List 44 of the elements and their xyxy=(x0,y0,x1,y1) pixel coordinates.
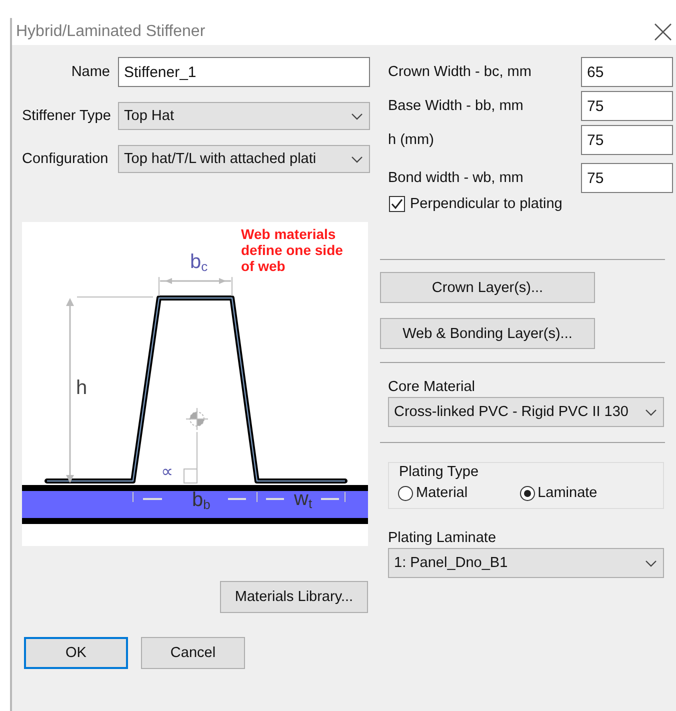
dropdown[interactable]: Top hat/T/L with attached plati xyxy=(118,145,370,173)
number-input[interactable]: 75 xyxy=(581,163,673,193)
height-label: h xyxy=(76,377,88,399)
window-title: Hybrid/Laminated Stiffener xyxy=(16,22,206,40)
materials-library-button[interactable]: Materials Library... xyxy=(220,581,368,613)
field-label: Name xyxy=(70,64,111,80)
dialog-button[interactable]: Cancel xyxy=(141,637,245,669)
base-width-label: b$_{b}$ xyxy=(192,490,210,510)
layer-button[interactable]: Web & Bonding Layer(s)... xyxy=(380,318,595,349)
angle-label: ∝ xyxy=(161,461,173,483)
group-title: Plating Type xyxy=(399,464,480,481)
caret-icon xyxy=(645,408,657,416)
bond-width-label: w$_{t}$ xyxy=(294,489,312,509)
dropdown[interactable]: 1: Panel_Dno_B1 xyxy=(388,548,664,578)
radio-option[interactable]: Laminate xyxy=(520,485,598,501)
caret-icon xyxy=(645,560,657,566)
field-label: Configuration xyxy=(21,151,110,167)
checkbox[interactable] xyxy=(389,196,405,212)
number-input[interactable]: 65 xyxy=(581,57,673,87)
field-label: Base Width - bb, mm xyxy=(388,98,524,114)
field-label: Crown Width - bc, mm xyxy=(388,64,532,80)
field-label: Bond width - wb, mm xyxy=(388,170,524,186)
name-input[interactable]: Stiffener_1 xyxy=(118,57,370,87)
layer-button[interactable]: Crown Layer(s)... xyxy=(380,272,595,303)
dropdown[interactable]: Top Hat xyxy=(118,102,370,130)
close-icon[interactable] xyxy=(654,22,672,40)
caret-icon xyxy=(351,112,363,120)
number-input[interactable]: 75 xyxy=(581,125,673,155)
field-label: Stiffener Type xyxy=(21,108,112,124)
perpendicular-checkbox[interactable]: Perpendicular to plating xyxy=(389,196,676,212)
dropdown[interactable]: Cross-linked PVC - Rigid PVC II 130 xyxy=(388,397,664,427)
radio-button[interactable] xyxy=(398,486,413,500)
caret-icon xyxy=(351,156,363,162)
crown-width-label: b$_{c}$ xyxy=(190,251,208,273)
right-angle-drawing xyxy=(184,432,198,484)
field-label: Plating Laminate xyxy=(388,530,498,546)
radio-button[interactable] xyxy=(520,486,535,500)
diagram-note: Web materials define one side of web xyxy=(241,226,344,274)
number-input[interactable]: 75 xyxy=(581,91,673,121)
dialog-button[interactable]: OK xyxy=(24,637,128,669)
field-label: h (mm) xyxy=(388,132,434,148)
field-label: Core Material xyxy=(388,379,476,395)
centroid-icon xyxy=(186,408,208,430)
radio-option[interactable]: Material xyxy=(398,485,468,501)
